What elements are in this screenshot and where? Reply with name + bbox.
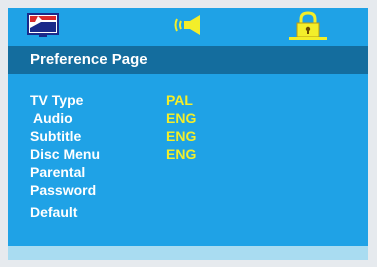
menu-label: Default — [30, 204, 78, 220]
page-title: Preference Page — [30, 51, 148, 68]
menu-label: Disc Menu — [30, 146, 101, 162]
page-header: Preference Page — [8, 46, 368, 74]
menu-label: TV Type — [30, 92, 84, 108]
menu-value: ENG — [166, 110, 197, 126]
tab-general-setup[interactable] — [26, 11, 60, 39]
menu-label: Subtitle — [30, 128, 82, 144]
menu-label: Parental — [30, 164, 86, 180]
preference-menu: TV Type PAL Audio ENG Subtitle ENG Disc … — [8, 92, 368, 222]
menu-label: Audio — [33, 110, 73, 126]
icon-tab-bar — [8, 8, 368, 42]
audio-speaker-icon — [174, 15, 200, 35]
lock-icon — [296, 11, 320, 38]
tv-general-icon — [27, 13, 59, 37]
menu-item-audio[interactable]: Audio ENG — [8, 110, 368, 128]
footer-bar — [8, 246, 368, 260]
menu-value: ENG — [166, 128, 197, 144]
menu-item-default[interactable]: Default — [8, 204, 368, 222]
osd-screen: Preference Page TV Type PAL Audio ENG Su… — [8, 8, 368, 260]
tab-preference-page[interactable] — [289, 11, 327, 40]
menu-label: Password — [30, 182, 97, 198]
menu-item-tv-type[interactable]: TV Type PAL — [8, 92, 368, 110]
menu-item-parental[interactable]: Parental — [8, 164, 368, 182]
menu-item-password[interactable]: Password — [8, 182, 368, 200]
tab-audio-setup[interactable] — [170, 11, 204, 39]
menu-value: PAL — [166, 92, 193, 108]
menu-value: ENG — [166, 146, 197, 162]
menu-item-disc-menu[interactable]: Disc Menu ENG — [8, 146, 368, 164]
menu-item-subtitle[interactable]: Subtitle ENG — [8, 128, 368, 146]
